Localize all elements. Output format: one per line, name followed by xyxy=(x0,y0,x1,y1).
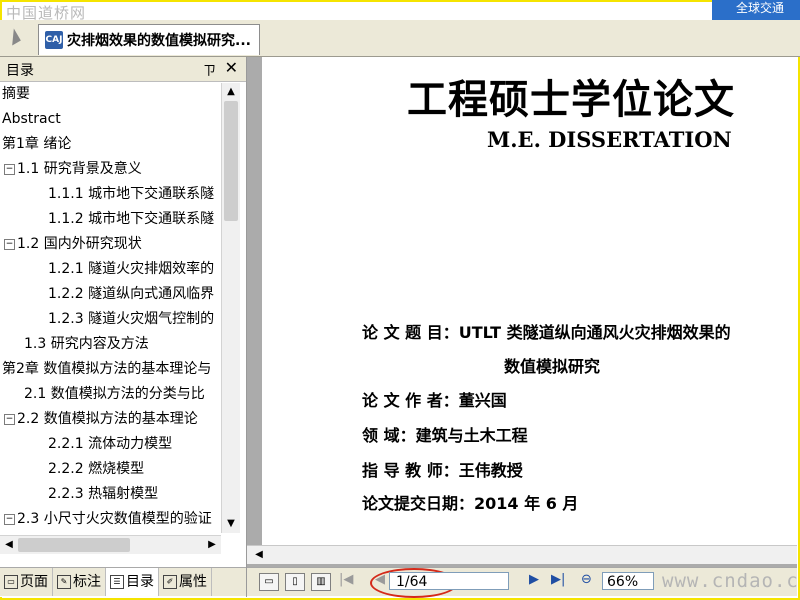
toc-icon: ☰ xyxy=(110,575,124,589)
scroll-thumb[interactable] xyxy=(18,538,130,552)
sidebar-tabs: ▭ 页面 ✎ 标注 ☰ 目录 ✐ 属性 xyxy=(0,567,246,596)
toc-item[interactable]: 2.2.3 热辐射模型 xyxy=(48,483,158,505)
advisor-field: 指 导 教 师：王伟教授 xyxy=(362,461,523,480)
global-traffic-tab[interactable]: 全球交通 xyxy=(712,0,800,20)
toc-item[interactable]: 1.3 研究内容及方法 xyxy=(24,333,149,355)
properties-icon: ✐ xyxy=(163,575,177,589)
tab-annotations[interactable]: ✎ 标注 xyxy=(53,568,106,596)
collapse-icon[interactable]: − xyxy=(4,163,15,175)
close-icon[interactable]: ✕ xyxy=(225,58,238,77)
tab-toc[interactable]: ☰ 目录 xyxy=(106,568,159,596)
zoom-level-input[interactable]: 66% xyxy=(602,572,654,590)
toc-item[interactable]: −2.3 小尺寸火灾数值模型的验证 xyxy=(4,508,212,530)
sidebar-header: 目录 ㄗ ✕ xyxy=(0,57,246,82)
toc-item[interactable]: 第1章 绪论 xyxy=(2,133,71,155)
document-horizontal-scrollbar[interactable]: ◀ xyxy=(247,545,797,564)
scroll-thumb[interactable] xyxy=(224,101,238,221)
toc-item[interactable]: 2.2.2 燃烧模型 xyxy=(48,458,144,480)
toc-item[interactable]: 1.2.1 隧道火灾排烟效率的 xyxy=(48,258,214,280)
scroll-up-icon[interactable]: ▲ xyxy=(222,83,240,101)
collapse-icon[interactable]: − xyxy=(4,513,15,525)
toc-item[interactable]: 1.1.1 城市地下交通联系隧 xyxy=(48,183,214,205)
document-tab-title: 灾排烟效果的数值模拟研究... xyxy=(67,33,251,49)
toc-item[interactable]: 1.2.2 隧道纵向式通风临界 xyxy=(48,283,214,305)
toc-vertical-scrollbar[interactable]: ▲ ▼ xyxy=(221,83,240,533)
zoom-out-icon[interactable]: ⊖ xyxy=(581,572,592,587)
site-url-watermark: www.cndao.com xyxy=(662,570,800,592)
page-title: 工程硕士学位论文 xyxy=(407,77,735,123)
bottom-toolbar: ▭ ▯ ▥ |◀ ◀ 1/64 ▶ ▶| ⊖ 66% www.cndao.com xyxy=(247,567,800,598)
toc-item[interactable]: −2.2 数值模拟方法的基本理论 xyxy=(4,408,198,430)
document-page: 工程硕士学位论文 M.E. DISSERTATION 论 文 题 目：UTLT … xyxy=(262,57,797,547)
tab-pages[interactable]: ▭ 页面 xyxy=(0,568,53,596)
tab-properties[interactable]: ✐ 属性 xyxy=(159,568,212,596)
toc-item[interactable]: −1.2 国内外研究现状 xyxy=(4,233,142,255)
author-field: 论 文 作 者：董兴国 xyxy=(362,391,507,410)
toc-tree: 摘要 Abstract 第1章 绪论 −1.1 研究背景及意义 1.1.1 城市… xyxy=(0,83,220,533)
next-page-icon[interactable]: ▶ xyxy=(529,572,539,587)
toc-horizontal-scrollbar[interactable]: ◀ ▶ xyxy=(0,535,221,554)
thesis-title-continued: 数值模拟研究 xyxy=(504,357,601,376)
pencil-icon: ✎ xyxy=(57,575,71,589)
thesis-title-field: 论 文 题 目：UTLT 类隧道纵向通风火灾排烟效果的 xyxy=(362,323,731,342)
scroll-left-icon[interactable]: ◀ xyxy=(253,546,265,564)
collapse-icon[interactable]: − xyxy=(4,413,15,425)
two-page-view-icon[interactable]: ▥ xyxy=(311,573,331,591)
continuous-view-icon[interactable]: ▯ xyxy=(285,573,305,591)
toc-item[interactable]: 第2章 数值模拟方法的基本理论与 xyxy=(2,358,211,380)
toc-item[interactable]: −1.1 研究背景及意义 xyxy=(4,158,142,180)
pin-icon[interactable]: ㄗ xyxy=(203,60,216,79)
caj-document-icon: CAJ xyxy=(45,31,63,49)
page-icon: ▭ xyxy=(4,575,18,589)
domain-field: 领 域：建筑与土木工程 xyxy=(362,426,528,445)
page-subtitle: M.E. DISSERTATION xyxy=(487,127,732,152)
document-tab[interactable]: CAJ 灾排烟效果的数值模拟研究... xyxy=(38,24,260,55)
submission-date-field: 论文提交日期：2014 年 6 月 xyxy=(362,494,579,513)
toc-item[interactable]: Abstract xyxy=(2,108,61,130)
toc-item[interactable]: 2.2.1 流体动力模型 xyxy=(48,433,172,455)
sidebar-title: 目录 xyxy=(6,63,34,79)
collapse-icon[interactable]: − xyxy=(4,238,15,250)
toc-item[interactable]: 摘要 xyxy=(2,83,30,105)
toc-item[interactable]: 1.2.3 隧道火灾烟气控制的 xyxy=(48,308,214,330)
page-number-input[interactable]: 1/64 xyxy=(389,572,509,590)
document-tab-bar: CAJ 灾排烟效果的数值模拟研究... xyxy=(0,20,800,57)
toc-sidebar: 目录 ㄗ ✕ 摘要 Abstract 第1章 绪论 −1.1 研究背景及意义 1… xyxy=(0,57,247,597)
scroll-down-icon[interactable]: ▼ xyxy=(222,515,240,533)
document-viewport: 工程硕士学位论文 M.E. DISSERTATION 论 文 题 目：UTLT … xyxy=(247,57,797,569)
toc-item[interactable]: 1.1.2 城市地下交通联系隧 xyxy=(48,208,214,230)
last-page-icon[interactable]: ▶| xyxy=(551,572,565,587)
toc-item[interactable]: 2.1 数值模拟方法的分类与比 xyxy=(24,383,205,405)
first-page-icon[interactable]: |◀ xyxy=(339,572,353,587)
single-page-view-icon[interactable]: ▭ xyxy=(259,573,279,591)
scroll-left-icon[interactable]: ◀ xyxy=(0,536,18,554)
previous-page-icon[interactable]: ◀ xyxy=(375,572,385,587)
tab-scroll-icon[interactable] xyxy=(5,28,21,46)
scroll-right-icon[interactable]: ▶ xyxy=(203,536,221,554)
